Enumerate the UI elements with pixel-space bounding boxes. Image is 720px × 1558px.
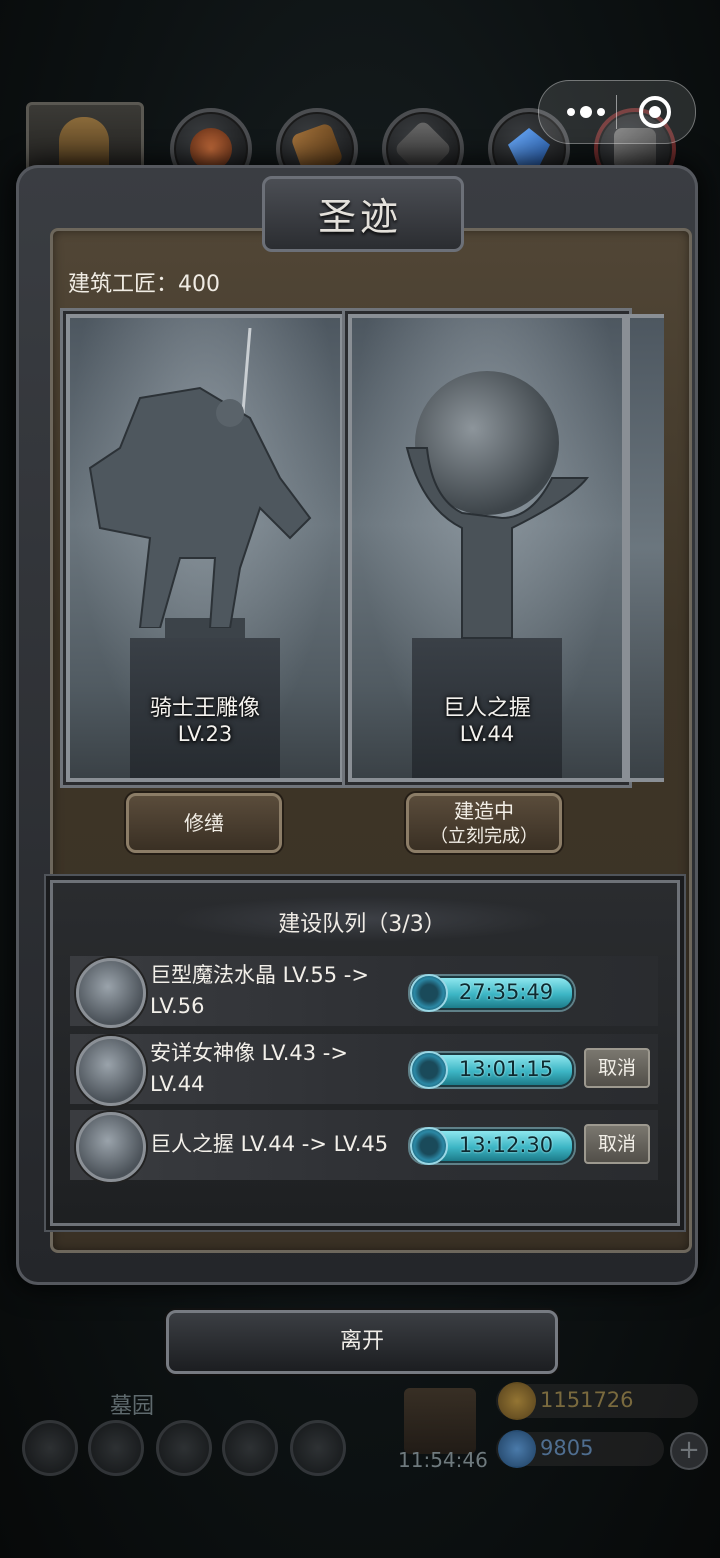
queue-title: 建设队列（3/3） [278, 912, 446, 937]
queue-item-name: 安详女神像 LV.43 -> [150, 1041, 348, 1065]
clock-icon [410, 1127, 448, 1165]
monument-card-giant-grip[interactable]: 巨人之握 LV.44 [348, 314, 626, 782]
capsule-divider [616, 95, 617, 129]
goddess-statue-icon [76, 1036, 146, 1106]
queue-timer: 13:12:30 [410, 1127, 574, 1165]
shop-icon[interactable] [156, 1420, 212, 1476]
location-label: 墓园 [110, 1394, 155, 1419]
giant-hand-moon-icon [405, 371, 590, 639]
gift-box-icon[interactable] [404, 1388, 476, 1454]
monument-level: LV.23 [177, 722, 233, 746]
knight-statue-icon [88, 328, 312, 628]
ore-icon [190, 128, 232, 170]
queue-item-target: LV.56 [150, 994, 205, 1018]
cancel-button[interactable]: 取消 [584, 1124, 650, 1164]
achievement-icon[interactable] [88, 1420, 144, 1476]
mail-icon[interactable] [222, 1420, 278, 1476]
clock-icon [410, 974, 448, 1012]
queue-item-text: 巨人之握 LV.44 -> LV.45 [150, 1129, 400, 1160]
queue-item-text: 巨型魔法水晶 LV.55 -> LV.56 [150, 960, 400, 1022]
more-menu-icon[interactable] [557, 97, 615, 127]
queue-item-target: LV.44 [150, 1072, 205, 1096]
clock-icon [410, 1051, 448, 1089]
monument-card-partial[interactable] [626, 314, 664, 782]
gem-icon [498, 1430, 536, 1468]
gem-amount: 9805 [540, 1436, 594, 1460]
battle-icon[interactable] [290, 1420, 346, 1476]
leave-button[interactable]: 离开 [166, 1310, 558, 1374]
cancel-button[interactable]: 取消 [584, 1048, 650, 1088]
crystal-icon [508, 128, 550, 170]
close-miniprogram-icon[interactable] [637, 94, 673, 130]
add-gems-icon[interactable]: + [670, 1432, 708, 1470]
timer-value: 27:35:49 [458, 980, 554, 1004]
miniprogram-capsule [538, 80, 696, 144]
monument-card-knight-king[interactable]: 骑士王雕像 LV.23 [66, 314, 344, 782]
finish-now-label: （立刻完成） [430, 826, 538, 847]
magic-crystal-icon [76, 958, 146, 1028]
timer-value: 13:01:15 [458, 1057, 554, 1081]
monument-name: 巨人之握 [442, 696, 531, 721]
gift-timer: 11:54:46 [398, 1448, 488, 1472]
dialog-title: 圣迹 [317, 195, 402, 239]
craftsmen-count: 建筑工匠：400 [68, 272, 220, 297]
repair-button-label: 修缮 [184, 811, 224, 835]
gold-icon [498, 1382, 536, 1420]
timer-value: 13:12:30 [458, 1133, 554, 1157]
settings-icon[interactable] [22, 1420, 78, 1476]
giant-grip-icon [76, 1112, 146, 1182]
building-label: 建造中 [454, 799, 514, 823]
queue-item-name: 巨型魔法水晶 LV.55 -> [150, 963, 369, 987]
queue-timer: 13:01:15 [410, 1051, 574, 1089]
gold-amount: 1151726 [540, 1388, 634, 1412]
monument-name: 骑士王雕像 [149, 696, 260, 721]
queue-timer: 27:35:49 [410, 974, 574, 1012]
repair-button[interactable]: 修缮 [126, 793, 282, 853]
finish-now-button[interactable]: 建造中 （立刻完成） [406, 793, 562, 853]
monument-level: LV.44 [459, 722, 515, 746]
queue-item-text: 安详女神像 LV.43 -> LV.44 [150, 1038, 400, 1100]
queue-item-name: 巨人之握 LV.44 -> LV.45 [150, 1132, 389, 1156]
